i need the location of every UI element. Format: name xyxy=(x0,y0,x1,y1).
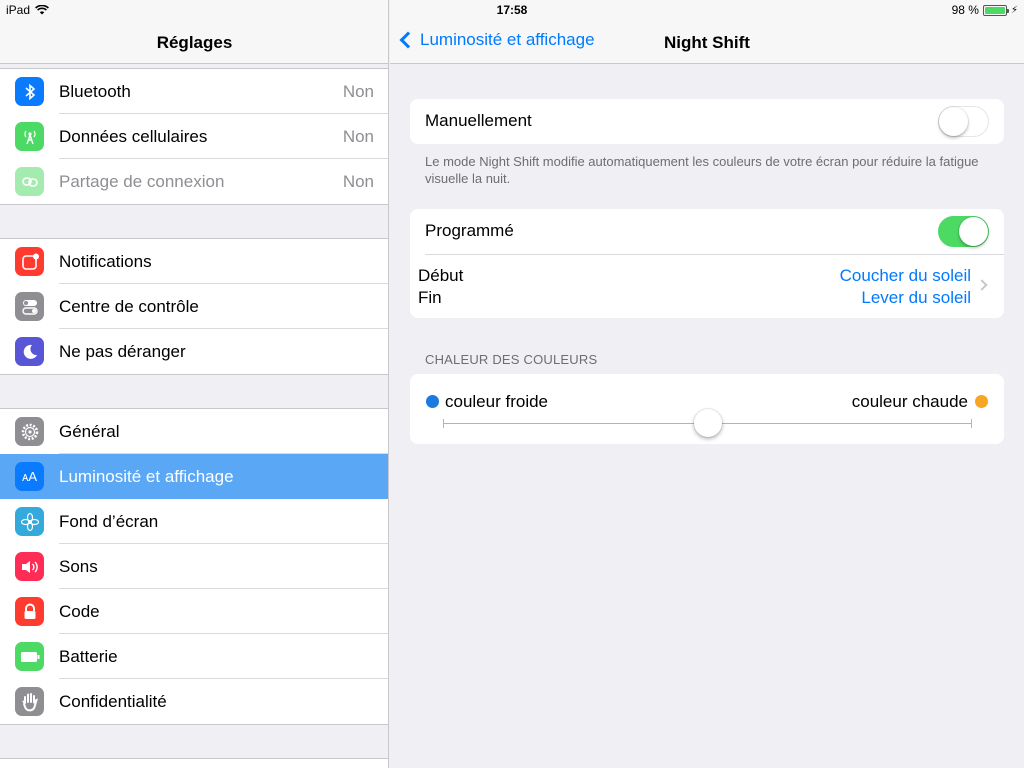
sidebar-item-label: Notifications xyxy=(59,252,152,271)
sidebar-item-label: Luminosité et affichage xyxy=(59,467,234,486)
sidebar-item-general[interactable]: Général xyxy=(0,409,388,454)
sidebar-item-label: Code xyxy=(59,602,100,621)
schedule-labels: Début Fin xyxy=(418,265,463,309)
slider-tick-start xyxy=(443,419,444,428)
charging-bolt-icon: ⚡ xyxy=(1010,4,1018,16)
notifications-icon xyxy=(15,247,44,276)
lock-icon xyxy=(15,597,44,626)
end-label: Fin xyxy=(418,288,442,307)
cool-dot-icon xyxy=(426,395,439,408)
sidebar-item-fond-d-ecran[interactable]: Fond d’écran xyxy=(0,499,388,544)
settings-group-device: Général ᴀA Luminosité et affichage Fond d’é… xyxy=(0,408,388,725)
sidebar-item-notifications[interactable]: Notifications xyxy=(0,239,388,284)
sidebar-item-batterie[interactable]: Batterie xyxy=(0,634,388,679)
warm-label: couleur chaude xyxy=(851,392,968,411)
settings-sidebar: Réglages Bluetooth Non Données cellulaires… xyxy=(0,0,389,768)
settings-group-notifications: Notifications Centre de contrôle Ne pas dé… xyxy=(0,238,388,375)
sidebar-item-label: Données cellulaires xyxy=(59,127,208,146)
back-button-label: Luminosité et affichage xyxy=(420,30,595,49)
sidebar-item-label: Centre de contrôle xyxy=(59,297,199,316)
sidebar-item-label: Fond d’écran xyxy=(59,512,159,531)
battery-icon xyxy=(15,642,44,671)
cellular-antenna-icon xyxy=(15,122,44,151)
scheduled-card: Programmé Début Fin Coucher du soleil Le… xyxy=(410,209,1004,318)
speaker-icon xyxy=(15,552,44,581)
bluetooth-icon xyxy=(15,77,44,106)
sidebar-item-value: Non xyxy=(342,82,374,101)
sidebar-item-label: Batterie xyxy=(59,647,118,666)
sidebar-item-label: Bluetooth xyxy=(59,82,131,101)
end-value: Lever du soleil xyxy=(861,288,971,307)
hand-icon xyxy=(15,687,44,716)
warm-dot-icon xyxy=(975,395,988,408)
gear-icon xyxy=(15,417,44,446)
back-button[interactable]: Luminosité et affichage xyxy=(399,30,595,50)
sidebar-item-confidentialite[interactable]: Confidentialité xyxy=(0,679,388,724)
battery-percent: 98 % xyxy=(951,3,979,17)
sidebar-item-bluetooth[interactable]: Bluetooth Non xyxy=(0,69,388,114)
settings-group-connectivity: Bluetooth Non Données cellulaires Non Partag… xyxy=(0,68,388,205)
moon-icon xyxy=(15,337,44,366)
sidebar-item-sons[interactable]: Sons xyxy=(0,544,388,589)
manual-card: Manuellement xyxy=(410,99,1004,144)
warmth-section-header: CHALEUR DES COULEURS xyxy=(425,352,598,367)
status-right: 98 % ⚡ xyxy=(952,3,1018,17)
sidebar-item-luminosite-et-affichage[interactable]: ᴀA Luminosité et affichage xyxy=(0,454,388,499)
sidebar-item-donnees-cellulaires[interactable]: Données cellulaires Non xyxy=(0,114,388,159)
night-shift-footnote: Le mode Night Shift modifie automatiquem… xyxy=(425,154,979,186)
scheduled-toggle[interactable] xyxy=(938,216,989,247)
slider-tick-end xyxy=(971,419,972,428)
start-label: Début xyxy=(418,266,464,285)
cool-label: couleur froide xyxy=(445,392,549,411)
chevron-right-icon xyxy=(976,279,988,291)
schedule-values: Coucher du soleil Lever du soleil xyxy=(840,265,971,309)
sidebar-item-value: Non xyxy=(342,172,374,191)
sidebar-item-value: Non xyxy=(342,127,374,146)
toggle-knob xyxy=(959,217,988,246)
hotspot-icon xyxy=(15,167,44,196)
sidebar-item-code[interactable]: Code xyxy=(0,589,388,634)
battery-fill xyxy=(984,6,1005,14)
start-value: Coucher du soleil xyxy=(839,266,971,285)
sidebar-item-label: Confidentialité xyxy=(59,692,167,711)
battery-indicator-icon xyxy=(982,4,1009,16)
sidebar-item-label: Partage de connexion xyxy=(59,172,225,191)
sidebar-item-partage-de-connexion[interactable]: Partage de connexion Non xyxy=(0,159,388,204)
sidebar-item-label: Ne pas déranger xyxy=(59,342,186,361)
control-center-icon xyxy=(15,292,44,321)
brightness-aa-icon: ᴀA xyxy=(15,462,44,491)
sidebar-title: Réglages xyxy=(156,33,233,52)
settings-group-next xyxy=(0,758,388,768)
sidebar-item-label: Général xyxy=(59,422,120,441)
status-time: 17:58 xyxy=(496,3,528,17)
manual-row[interactable]: Manuellement xyxy=(410,99,1004,144)
slider-thumb[interactable] xyxy=(693,409,722,437)
toggle-knob xyxy=(939,107,968,136)
status-bar: iPad 17:58 98 % ⚡ xyxy=(0,0,1024,20)
sidebar-item-ne-pas-deranger[interactable]: Ne pas déranger xyxy=(0,329,388,374)
manual-toggle[interactable] xyxy=(938,106,989,137)
manual-label: Manuellement xyxy=(425,111,532,130)
scheduled-row[interactable]: Programmé xyxy=(410,209,1004,254)
page-title: Night Shift xyxy=(664,33,750,52)
warmth-card: couleur froide couleur chaude xyxy=(410,374,1004,444)
scheduled-label: Programmé xyxy=(425,221,514,240)
sidebar-item-centre-de-controle[interactable]: Centre de contrôle xyxy=(0,284,388,329)
flower-icon xyxy=(15,507,44,536)
chevron-left-icon xyxy=(399,31,417,49)
divider xyxy=(425,254,1004,255)
sidebar-item-label: Sons xyxy=(59,557,98,576)
